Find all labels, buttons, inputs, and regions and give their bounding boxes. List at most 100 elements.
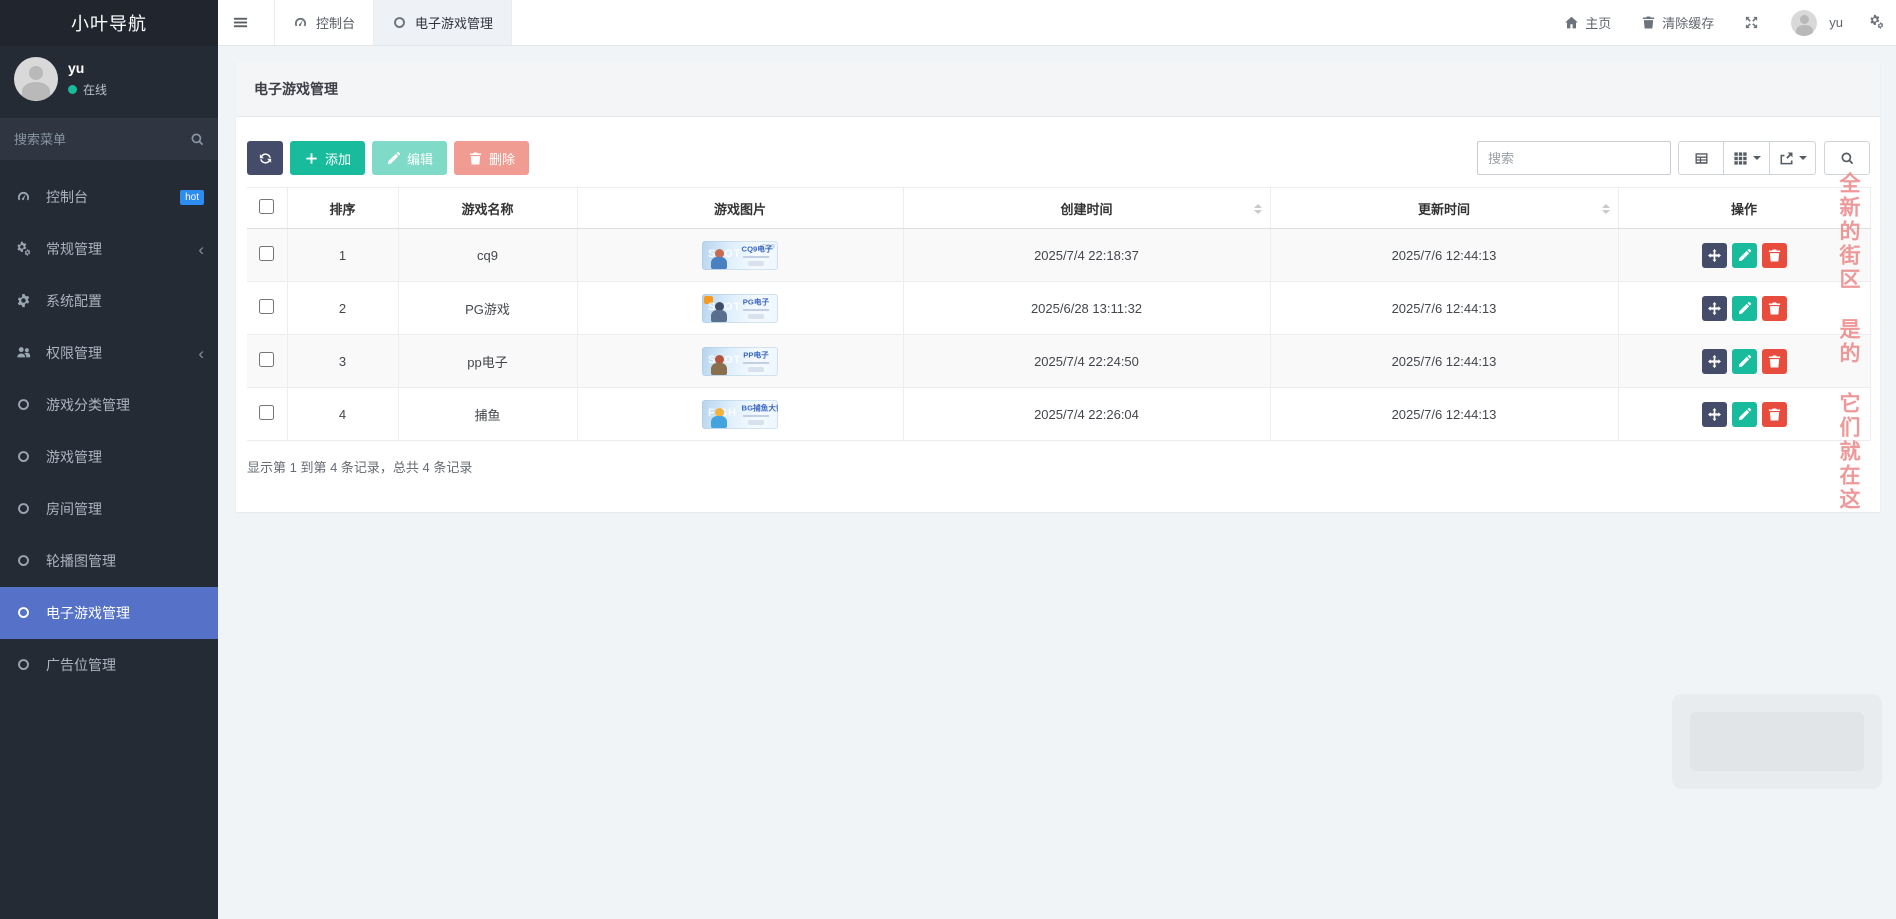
export-icon <box>1779 151 1794 166</box>
col-created[interactable]: 创建时间 <box>902 187 1271 229</box>
sidebar-item-dashboard[interactable]: 控制台 hot <box>0 171 218 223</box>
edit-button[interactable]: 编辑 <box>372 141 448 175</box>
sidebar-item-game-category[interactable]: 游戏分类管理 <box>0 379 218 431</box>
refresh-button[interactable] <box>247 141 283 175</box>
trash-icon <box>1641 15 1656 30</box>
caret-down-icon <box>1798 156 1807 164</box>
delete-button[interactable]: 删除 <box>454 141 530 175</box>
table-row: 1 cq9 SLOT CQ9 CQ9电子 2025/7/4 22:18:37 2… <box>247 228 1871 282</box>
cell-game-name: 捕鱼 <box>397 387 578 441</box>
move-icon <box>1707 407 1722 422</box>
sidebar-item-label: 常规管理 <box>46 241 102 257</box>
sidebar-item-carousel[interactable]: 轮播图管理 <box>0 535 218 587</box>
row-checkbox[interactable] <box>259 405 275 420</box>
col-game-name: 游戏名称 <box>397 187 578 229</box>
banner-art <box>711 354 729 375</box>
cell-updated: 2025/7/6 12:44:13 <box>1269 387 1619 441</box>
avatar <box>1791 9 1818 36</box>
gear-icon <box>16 293 34 309</box>
row-edit-button[interactable] <box>1731 295 1757 321</box>
menu-search-input[interactable] <box>14 131 190 147</box>
add-button[interactable]: 添加 <box>290 141 366 175</box>
tab-electronic-games[interactable]: 电子游戏管理 <box>374 0 513 45</box>
toolbar: 添加 编辑 删除 <box>247 141 1870 175</box>
sidebar-item-game[interactable]: 游戏管理 <box>0 431 218 483</box>
row-delete-button[interactable] <box>1761 348 1787 374</box>
circle-icon <box>16 553 34 569</box>
user-avatar[interactable] <box>14 57 58 101</box>
tab-label: 控制台 <box>316 16 356 31</box>
sidebar-item-label: 轮播图管理 <box>46 553 116 569</box>
export-button[interactable] <box>1770 141 1816 175</box>
clear-cache-label: 清除缓存 <box>1662 16 1715 31</box>
sidebar-item-ad-slots[interactable]: 广告位管理 <box>0 639 218 691</box>
refresh-icon <box>258 151 273 166</box>
trash-icon <box>1767 354 1782 369</box>
sidebar-item-label: 广告位管理 <box>46 657 116 673</box>
cell-game-name: pp电子 <box>397 334 578 388</box>
user-panel: yu 在线 <box>0 46 218 112</box>
row-checkbox[interactable] <box>259 352 275 367</box>
home-button[interactable]: 主页 <box>1564 13 1611 32</box>
banner-art <box>711 407 729 428</box>
drag-sort-button[interactable] <box>1701 348 1727 374</box>
circle-icon <box>16 449 34 465</box>
settings-button[interactable] <box>1869 14 1884 32</box>
tachometer-icon <box>16 189 34 205</box>
pencil-icon <box>1737 407 1752 422</box>
sort-icon[interactable] <box>1253 200 1262 218</box>
clear-cache-button[interactable]: 清除缓存 <box>1641 13 1714 32</box>
user-status: 在线 <box>83 83 108 97</box>
table-search-input[interactable] <box>1477 141 1671 175</box>
circle-icon <box>16 657 34 673</box>
search-toggle-button[interactable] <box>1824 141 1870 175</box>
tab-dashboard[interactable]: 控制台 <box>274 0 375 45</box>
sidebar-item-electronic-games[interactable]: 电子游戏管理 <box>0 587 218 639</box>
select-all-checkbox[interactable] <box>259 199 275 214</box>
trash-icon <box>1767 407 1782 422</box>
game-banner-image: SLOT CQ9 CQ9电子 <box>702 240 778 270</box>
sidebar-item-system-config[interactable]: 系统配置 <box>0 275 218 327</box>
cell-order: 2 <box>286 281 399 335</box>
row-edit-button[interactable] <box>1731 401 1757 427</box>
panel: 电子游戏管理 添加 编辑 删除 搜索 排序 游戏名称 游戏图片 创建时间 更新时… <box>236 62 1880 512</box>
row-delete-button[interactable] <box>1761 242 1787 268</box>
sidebar-item-label: 游戏分类管理 <box>46 397 130 413</box>
row-edit-button[interactable] <box>1731 348 1757 374</box>
tab-label: 电子游戏管理 <box>415 16 494 31</box>
topbar-user-menu[interactable]: yu <box>1791 9 1843 36</box>
row-checkbox[interactable] <box>259 246 275 261</box>
fullscreen-button[interactable] <box>1744 15 1765 30</box>
row-checkbox[interactable] <box>259 299 275 314</box>
drag-sort-button[interactable] <box>1701 295 1727 321</box>
col-updated[interactable]: 更新时间 <box>1269 187 1619 229</box>
hamburger-icon[interactable] <box>218 0 262 45</box>
sidebar-item-label: 游戏管理 <box>46 449 102 465</box>
cell-game-name: cq9 <box>397 228 578 282</box>
brand-title: 小叶导航 <box>0 0 218 46</box>
cell-game-name: PG游戏 <box>397 281 578 335</box>
sort-icon[interactable] <box>1601 200 1610 218</box>
sidebar-item-permissions[interactable]: 权限管理 ‹ <box>0 327 218 379</box>
common-search-button[interactable] <box>1678 141 1724 175</box>
row-delete-button[interactable] <box>1761 401 1787 427</box>
chevron-left-icon: ‹ <box>198 343 204 363</box>
sidebar-item-room[interactable]: 房间管理 <box>0 483 218 535</box>
home-icon <box>1564 15 1579 30</box>
row-edit-button[interactable] <box>1731 242 1757 268</box>
page-title: 电子游戏管理 <box>236 62 1880 117</box>
sidebar-item-label: 系统配置 <box>46 293 102 309</box>
search-icon <box>1840 151 1855 166</box>
sidebar-item-general[interactable]: 常规管理 ‹ <box>0 223 218 275</box>
game-banner-image: FISH BG捕鱼大师 <box>702 399 778 429</box>
gears-icon <box>16 241 34 257</box>
online-dot-icon <box>68 85 77 94</box>
drag-sort-button[interactable] <box>1701 242 1727 268</box>
row-delete-button[interactable] <box>1761 295 1787 321</box>
columns-button[interactable] <box>1724 141 1770 175</box>
cell-updated: 2025/7/6 12:44:13 <box>1269 281 1619 335</box>
col-game-image: 游戏图片 <box>576 187 904 229</box>
sidebar: 小叶导航 yu 在线 控制台 hot 常规管理 ‹ 系统配置 权限管理 <box>0 0 218 919</box>
drag-sort-button[interactable] <box>1701 401 1727 427</box>
cell-updated: 2025/7/6 12:44:13 <box>1269 334 1619 388</box>
